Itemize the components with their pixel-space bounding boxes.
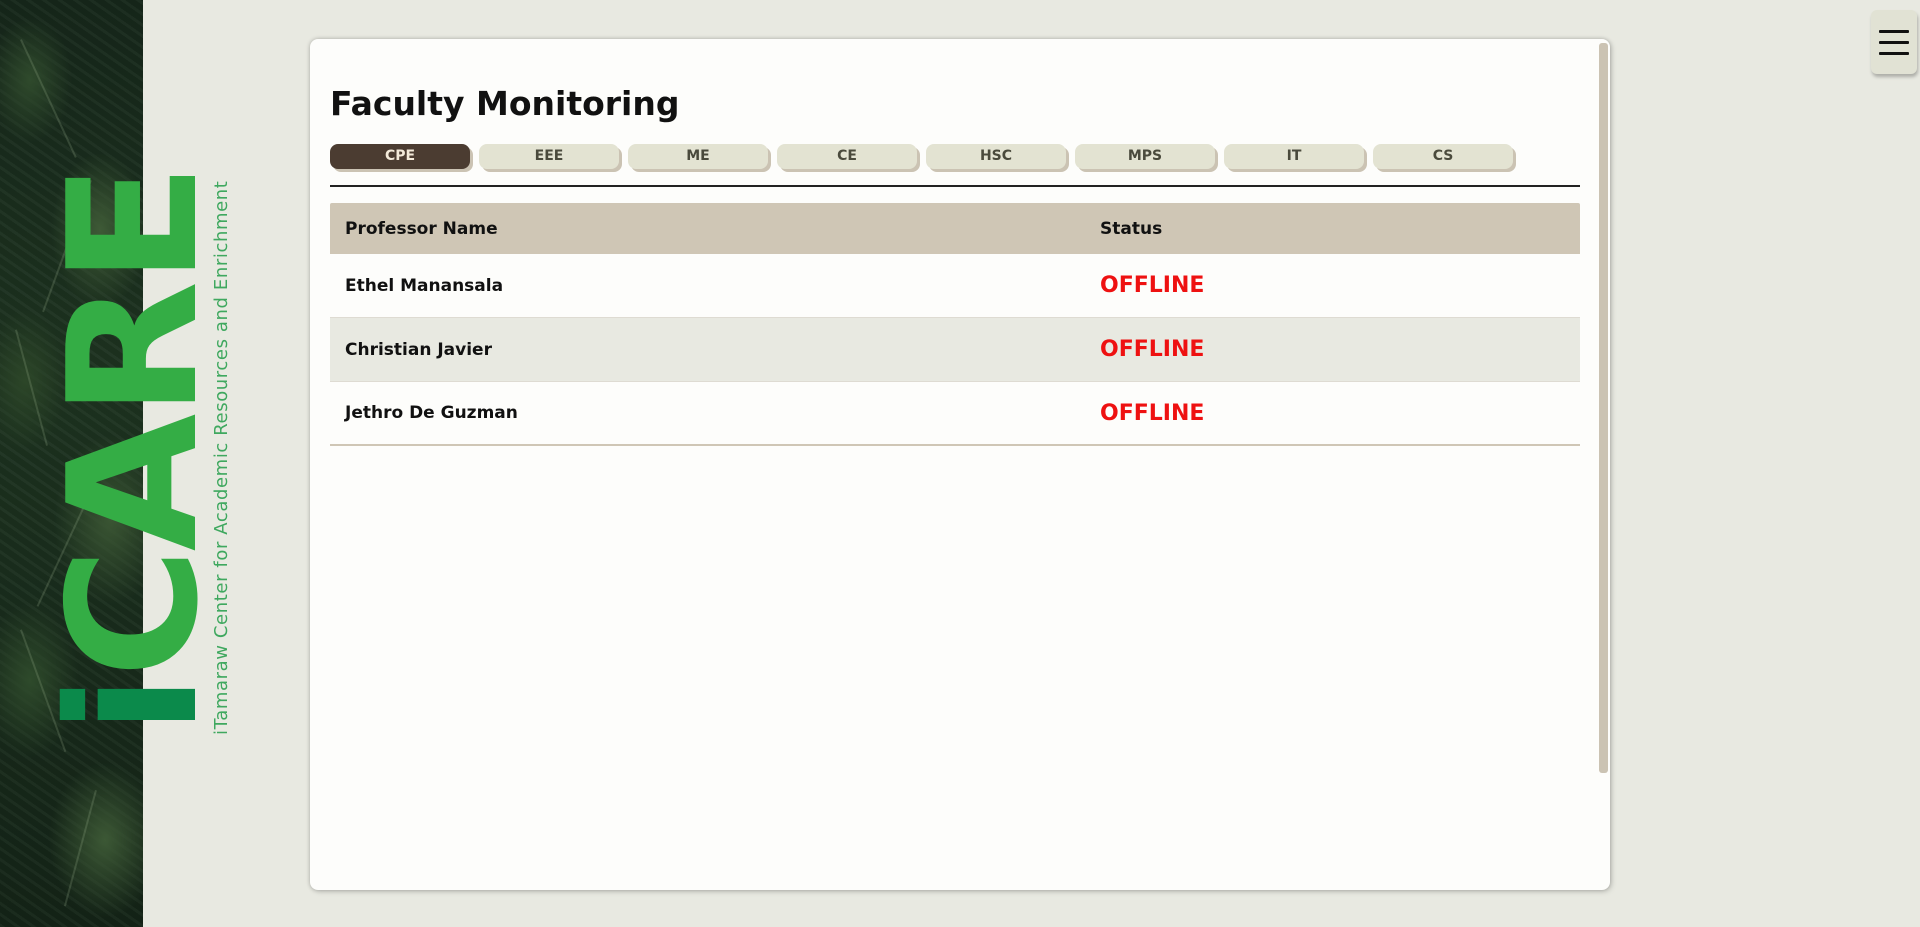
status-badge: OFFLINE xyxy=(1100,273,1205,298)
leaf-vein xyxy=(63,790,97,907)
table-header: Professor Name Status xyxy=(330,203,1580,254)
section-divider xyxy=(330,185,1580,187)
page-title: Faculty Monitoring xyxy=(330,84,680,123)
faculty-table: Professor Name Status Ethel Manansala OF… xyxy=(330,203,1580,446)
hamburger-menu-icon-line xyxy=(1879,29,1909,33)
status-badge: OFFLINE xyxy=(1100,337,1205,362)
header-professor-name: Professor Name xyxy=(345,218,498,239)
hamburger-menu-icon-line xyxy=(1879,51,1909,55)
faculty-monitoring-card: Faculty Monitoring CPE EEE ME CE HSC MPS… xyxy=(310,39,1610,890)
leaf-vein xyxy=(20,39,77,158)
tab-mps[interactable]: MPS xyxy=(1075,144,1215,169)
status-badge: OFFLINE xyxy=(1100,400,1205,426)
table-row: Christian Javier OFFLINE xyxy=(330,318,1580,382)
logo-i-letter: i xyxy=(30,677,237,735)
brand-logo-block: iCARE iTamaraw Center for Academic Resou… xyxy=(30,167,241,735)
brand-tagline: iTamaraw Center for Academic Resources a… xyxy=(211,180,232,735)
logo-care-letters: CARE xyxy=(30,166,237,678)
header-status: Status xyxy=(1100,218,1163,239)
department-tabs: CPE EEE ME CE HSC MPS IT CS xyxy=(330,144,1513,169)
professor-name: Christian Javier xyxy=(345,339,492,360)
tab-cs[interactable]: CS xyxy=(1373,144,1513,169)
icare-logo: iCARE xyxy=(30,167,237,735)
tab-me[interactable]: ME xyxy=(628,144,768,169)
tab-eee[interactable]: EEE xyxy=(479,144,619,169)
table-row: Ethel Manansala OFFLINE xyxy=(330,254,1580,318)
hamburger-menu-button[interactable] xyxy=(1871,10,1917,74)
tab-ce[interactable]: CE xyxy=(777,144,917,169)
professor-name: Jethro De Guzman xyxy=(345,403,518,423)
professor-name: Ethel Manansala xyxy=(345,275,504,296)
table-row: Jethro De Guzman OFFLINE xyxy=(330,382,1580,446)
card-scrollbar[interactable] xyxy=(1599,43,1608,773)
tab-cpe[interactable]: CPE xyxy=(330,144,470,169)
table-body: Ethel Manansala OFFLINE Christian Javier… xyxy=(330,254,1580,446)
hamburger-menu-icon-line xyxy=(1879,40,1909,44)
tab-it[interactable]: IT xyxy=(1224,144,1364,169)
tab-hsc[interactable]: HSC xyxy=(926,144,1066,169)
